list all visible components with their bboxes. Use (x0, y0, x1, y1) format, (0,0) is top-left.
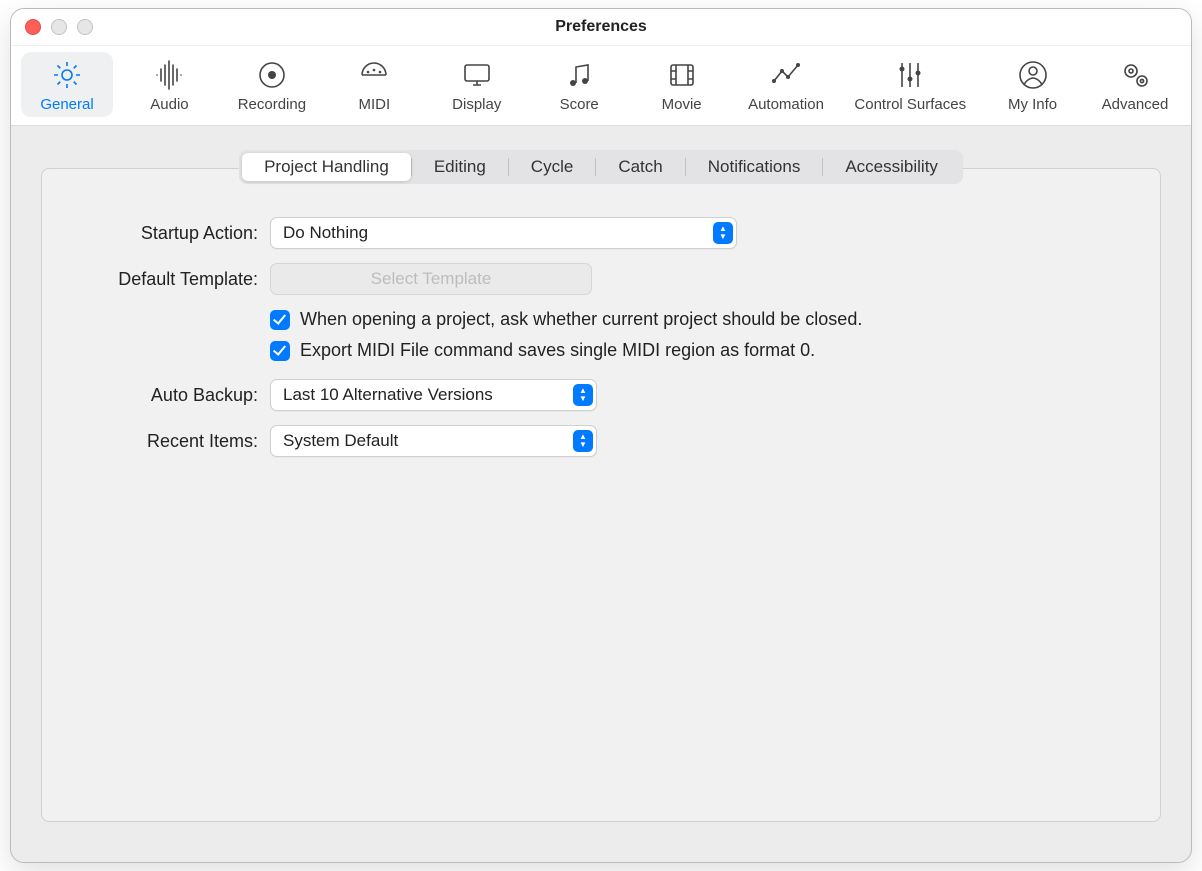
content-area: Project Handling Editing Cycle Catch Not… (11, 126, 1191, 862)
toolbar-item-display[interactable]: Display (431, 52, 523, 117)
startup-action-label: Startup Action: (78, 223, 270, 244)
tab-accessibility[interactable]: Accessibility (823, 153, 960, 181)
toolbar-label: Advanced (1102, 96, 1169, 113)
select-template-text: Select Template (371, 269, 492, 289)
auto-backup-popup[interactable]: Last 10 Alternative Versions (270, 379, 597, 411)
preferences-toolbar: General Audio Recording MIDI Display (11, 46, 1191, 126)
tab-catch[interactable]: Catch (596, 153, 684, 181)
toolbar-item-score[interactable]: Score (533, 52, 625, 117)
popup-stepper-icon (573, 384, 593, 406)
window-title: Preferences (11, 18, 1191, 36)
record-icon (255, 58, 289, 92)
toolbar-label: Movie (662, 96, 702, 113)
startup-action-value: Do Nothing (283, 223, 368, 243)
tab-project-handling[interactable]: Project Handling (242, 153, 411, 181)
toolbar-item-control-surfaces[interactable]: Control Surfaces (844, 52, 976, 117)
tab-editing[interactable]: Editing (412, 153, 508, 181)
toolbar-label: Control Surfaces (854, 96, 966, 113)
toolbar-label: Audio (150, 96, 188, 113)
toolbar-label: My Info (1008, 96, 1057, 113)
sub-tab-bar: Project Handling Editing Cycle Catch Not… (239, 150, 963, 184)
preferences-window: Preferences General Audio Recording MI (10, 8, 1192, 863)
toolbar-label: Automation (748, 96, 824, 113)
toolbar-item-advanced[interactable]: Advanced (1089, 52, 1181, 117)
toolbar-label: MIDI (358, 96, 390, 113)
auto-backup-label: Auto Backup: (78, 385, 270, 406)
titlebar: Preferences (11, 9, 1191, 46)
recent-items-label: Recent Items: (78, 431, 270, 452)
recent-items-value: System Default (283, 431, 398, 451)
popup-stepper-icon (573, 430, 593, 452)
gears-icon (1118, 58, 1152, 92)
midi-port-icon (357, 58, 391, 92)
tab-cycle[interactable]: Cycle (509, 153, 596, 181)
toolbar-item-my-info[interactable]: My Info (987, 52, 1079, 117)
waveform-icon (152, 58, 186, 92)
toolbar-label: Display (452, 96, 501, 113)
sliders-icon (893, 58, 927, 92)
music-notes-icon (562, 58, 596, 92)
toolbar-label: Score (560, 96, 599, 113)
auto-backup-value: Last 10 Alternative Versions (283, 385, 493, 405)
popup-stepper-icon (713, 222, 733, 244)
toolbar-item-automation[interactable]: Automation (738, 52, 834, 117)
toolbar-item-audio[interactable]: Audio (123, 52, 215, 117)
automation-curve-icon (769, 58, 803, 92)
display-icon (460, 58, 494, 92)
project-handling-panel: Startup Action: Do Nothing Default Templ… (41, 168, 1161, 822)
select-template-button: Select Template (270, 263, 592, 295)
filmstrip-icon (665, 58, 699, 92)
startup-action-popup[interactable]: Do Nothing (270, 217, 737, 249)
toolbar-item-recording[interactable]: Recording (226, 52, 318, 117)
toolbar-label: General (40, 96, 93, 113)
toolbar-item-movie[interactable]: Movie (636, 52, 728, 117)
toolbar-item-general[interactable]: General (21, 52, 113, 117)
export-midi-format0-label: Export MIDI File command saves single MI… (300, 340, 815, 361)
ask-close-project-checkbox[interactable] (270, 310, 290, 330)
toolbar-label: Recording (238, 96, 306, 113)
toolbar-item-midi[interactable]: MIDI (328, 52, 420, 117)
default-template-label: Default Template: (78, 269, 270, 290)
recent-items-popup[interactable]: System Default (270, 425, 597, 457)
tab-notifications[interactable]: Notifications (686, 153, 823, 181)
gear-icon (50, 58, 84, 92)
export-midi-format0-checkbox[interactable] (270, 341, 290, 361)
person-circle-icon (1016, 58, 1050, 92)
ask-close-project-label: When opening a project, ask whether curr… (300, 309, 862, 330)
